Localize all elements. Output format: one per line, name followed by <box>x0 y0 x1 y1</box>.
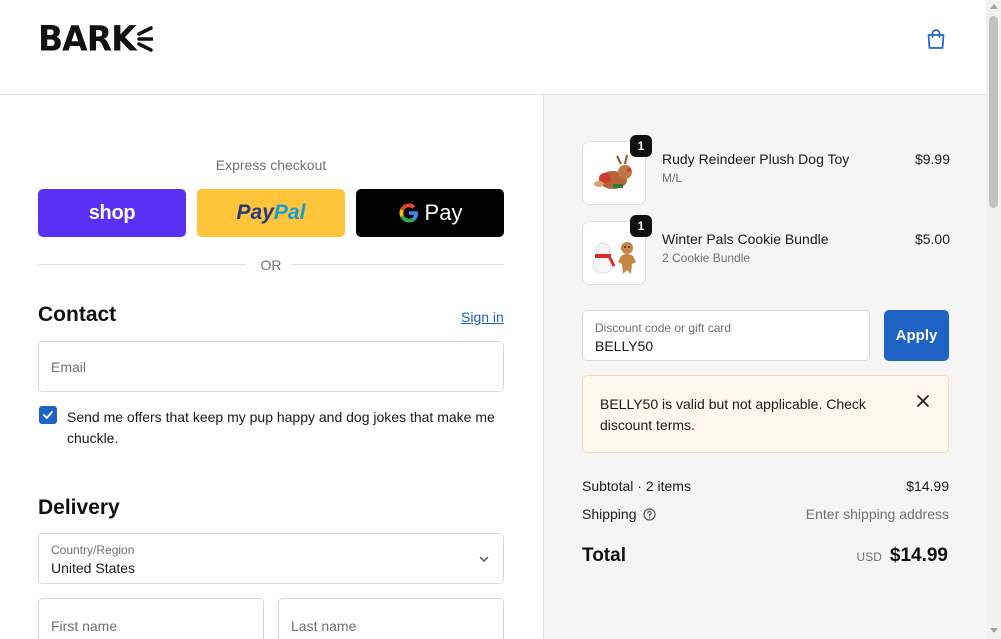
subtotal-row: Subtotal · 2 items $14.99 <box>582 478 949 494</box>
shipping-label: Shipping <box>582 506 637 522</box>
subtotal-label: Subtotal · 2 items <box>582 478 691 494</box>
item-variant: 2 Cookie Bundle <box>662 251 751 265</box>
currency-code: USD <box>856 550 882 564</box>
checkout-form: Express checkout shop Pay Pal Pay OR Cont… <box>0 95 543 639</box>
or-label: OR <box>260 257 282 273</box>
first-name-field[interactable]: First name <box>38 598 264 639</box>
total-value: $14.99 <box>889 545 948 566</box>
order-summary: 1 Rudy Reindeer Plush Dog Toy M/L $9.99 … <box>543 95 986 639</box>
item-name: Rudy Reindeer Plush Dog Toy <box>662 151 850 167</box>
discount-notice: BELLY50 is valid but not applicable. Che… <box>582 375 949 453</box>
discount-value: BELLY50 <box>595 338 654 354</box>
item-price: $5.00 <box>914 231 950 247</box>
cart-item: 1 Winter Pals Cookie Bundle 2 Cookie Bun… <box>582 215 950 287</box>
last-name-placeholder: Last name <box>291 618 357 634</box>
last-name-field[interactable]: Last name <box>278 598 504 639</box>
item-price: $9.99 <box>914 151 950 167</box>
cart-item: 1 Rudy Reindeer Plush Dog Toy M/L $9.99 <box>582 135 950 207</box>
google-pay-button[interactable]: Pay <box>356 189 504 237</box>
discount-notice-text: BELLY50 is valid but not applicable. Che… <box>600 396 866 433</box>
divider-line <box>292 264 504 265</box>
shipping-value: Enter shipping address <box>805 506 949 522</box>
offers-checkbox[interactable] <box>39 406 57 424</box>
shop-pay-button[interactable]: shop <box>38 189 186 237</box>
google-g-icon <box>399 203 418 223</box>
help-icon[interactable] <box>642 508 656 521</box>
shop-pay-label: shop <box>88 201 136 224</box>
or-divider: OR <box>38 255 504 275</box>
email-placeholder: Email <box>51 359 87 375</box>
country-value: United States <box>51 560 136 576</box>
checkmark-icon <box>43 411 53 419</box>
quantity-badge: 1 <box>630 135 652 157</box>
sign-in-link[interactable]: Sign in <box>461 309 504 325</box>
first-name-placeholder: First name <box>51 618 118 634</box>
scroll-down-arrow-icon[interactable] <box>989 628 998 633</box>
header: BARK <box>0 0 986 95</box>
item-variant: M/L <box>662 171 683 185</box>
page-scrollbar[interactable] <box>986 0 1001 639</box>
discount-label: Discount code or gift card <box>595 321 732 335</box>
scrollbar-thumb[interactable] <box>989 16 998 208</box>
paypal-button[interactable]: Pay Pal <box>197 189 345 237</box>
google-pay-label: Pay <box>424 200 463 225</box>
paypal-label-pal: Pal <box>273 201 306 224</box>
contact-heading: Contact <box>38 303 117 326</box>
logo-text: BARK <box>38 17 137 59</box>
bark-logo[interactable]: BARK <box>38 17 153 59</box>
close-icon[interactable] <box>916 394 930 408</box>
chevron-down-icon <box>479 556 489 562</box>
logo-rays-icon <box>136 26 153 52</box>
country-select[interactable]: Country/Region United States <box>38 533 504 584</box>
total-amount: USD $14.99 <box>857 545 948 567</box>
total-label: Total <box>582 545 626 566</box>
shopping-bag-icon[interactable] <box>924 27 948 51</box>
quantity-badge: 1 <box>630 215 652 237</box>
paypal-label-pay: Pay <box>236 201 274 224</box>
email-field[interactable]: Email <box>38 341 504 392</box>
subtotal-value: $14.99 <box>906 478 949 494</box>
express-checkout-label: Express checkout <box>215 157 327 173</box>
offers-label: Send me offers that keep my pup happy an… <box>67 409 495 446</box>
discount-code-field[interactable]: Discount code or gift card BELLY50 <box>582 310 870 361</box>
delivery-heading: Delivery <box>38 496 120 519</box>
scroll-up-arrow-icon[interactable] <box>989 4 998 9</box>
shipping-row: Shipping Enter shipping address <box>582 506 949 522</box>
apply-discount-button[interactable]: Apply <box>884 310 949 361</box>
item-name: Winter Pals Cookie Bundle <box>662 231 829 247</box>
country-label: Country/Region <box>51 543 135 557</box>
